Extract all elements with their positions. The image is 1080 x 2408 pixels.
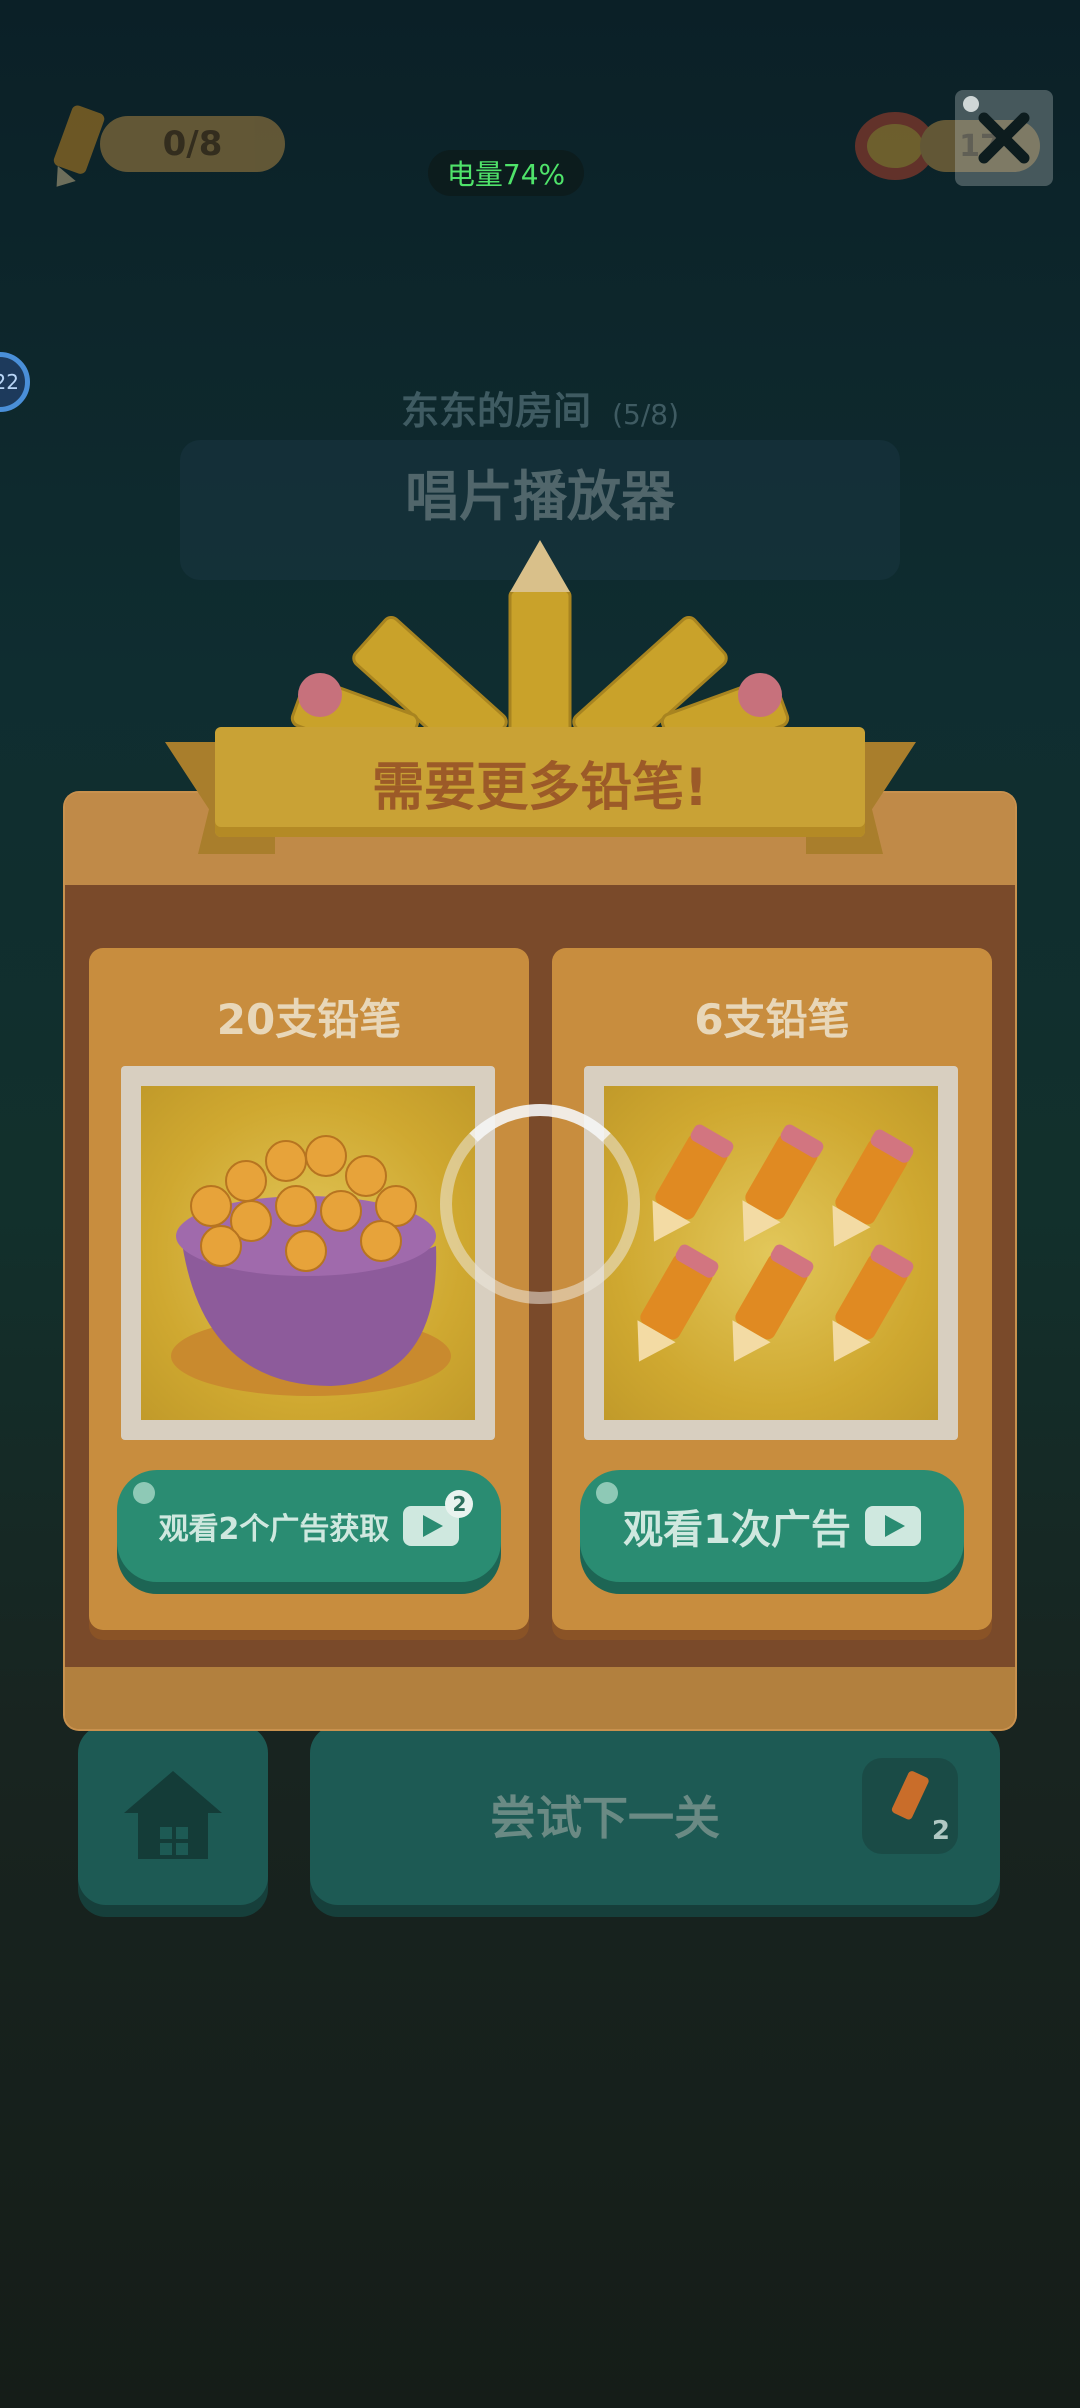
next-level-cost: 2 (862, 1758, 958, 1854)
side-level-badge[interactable]: 22 (0, 352, 30, 412)
next-level-label: 尝试下一关 (490, 1791, 720, 1845)
offer-card-20-pencils: 20支铅笔 观看2个广告获取 2 (89, 948, 529, 1630)
watch-2-ads-button[interactable]: 观看2个广告获取 2 (117, 1470, 501, 1582)
close-button-dot (963, 96, 979, 112)
close-button[interactable] (955, 90, 1053, 186)
watch-1-ad-button[interactable]: 观看1次广告 (580, 1470, 964, 1582)
battery-indicator: 电量74% (428, 150, 584, 196)
pencil-icon (891, 1771, 929, 1820)
offer-title: 20支铅笔 (216, 995, 402, 1044)
offer-card-6-pencils: 6支铅笔 观看1次广告 (552, 948, 992, 1630)
button-highlight (596, 1482, 618, 1504)
dialog-bottom-band (65, 1667, 1015, 1729)
watch-2-ads-label: 观看2个广告获取 (158, 1512, 390, 1547)
level-header: 东东的房间 (5/8) (300, 380, 780, 440)
six-pencils-icon (637, 1124, 914, 1362)
pencil-bag-image (141, 1086, 475, 1420)
ad-count-badge: 2 (445, 1490, 474, 1518)
offer-title: 6支铅笔 (694, 995, 850, 1044)
hud-pencil-counter: 0/8 (40, 105, 285, 187)
play-icon (864, 1506, 921, 1546)
watch-1-ad-label: 观看1次广告 (623, 1507, 851, 1553)
pencil-bag-icon (171, 1135, 451, 1396)
home-icon (124, 1771, 222, 1859)
offer-image-frame (121, 1066, 495, 1440)
pencils-fan-decoration (290, 540, 790, 740)
close-icon (978, 112, 1030, 164)
offer-image-frame (584, 1066, 958, 1440)
pencil-count: 0/8 (100, 116, 285, 172)
level-progress: (5/8) (612, 398, 680, 431)
dialog-title-banner: 需要更多铅笔! (215, 727, 865, 837)
six-pencils-image (604, 1086, 938, 1420)
home-button[interactable] (78, 1725, 268, 1905)
loading-spinner (440, 1104, 640, 1304)
play-icon: 2 (403, 1490, 474, 1546)
button-highlight (133, 1482, 155, 1504)
room-title: 东东的房间 (400, 389, 591, 433)
next-level-cost-value: 2 (931, 1816, 950, 1846)
item-name: 唱片播放器 (405, 465, 675, 528)
